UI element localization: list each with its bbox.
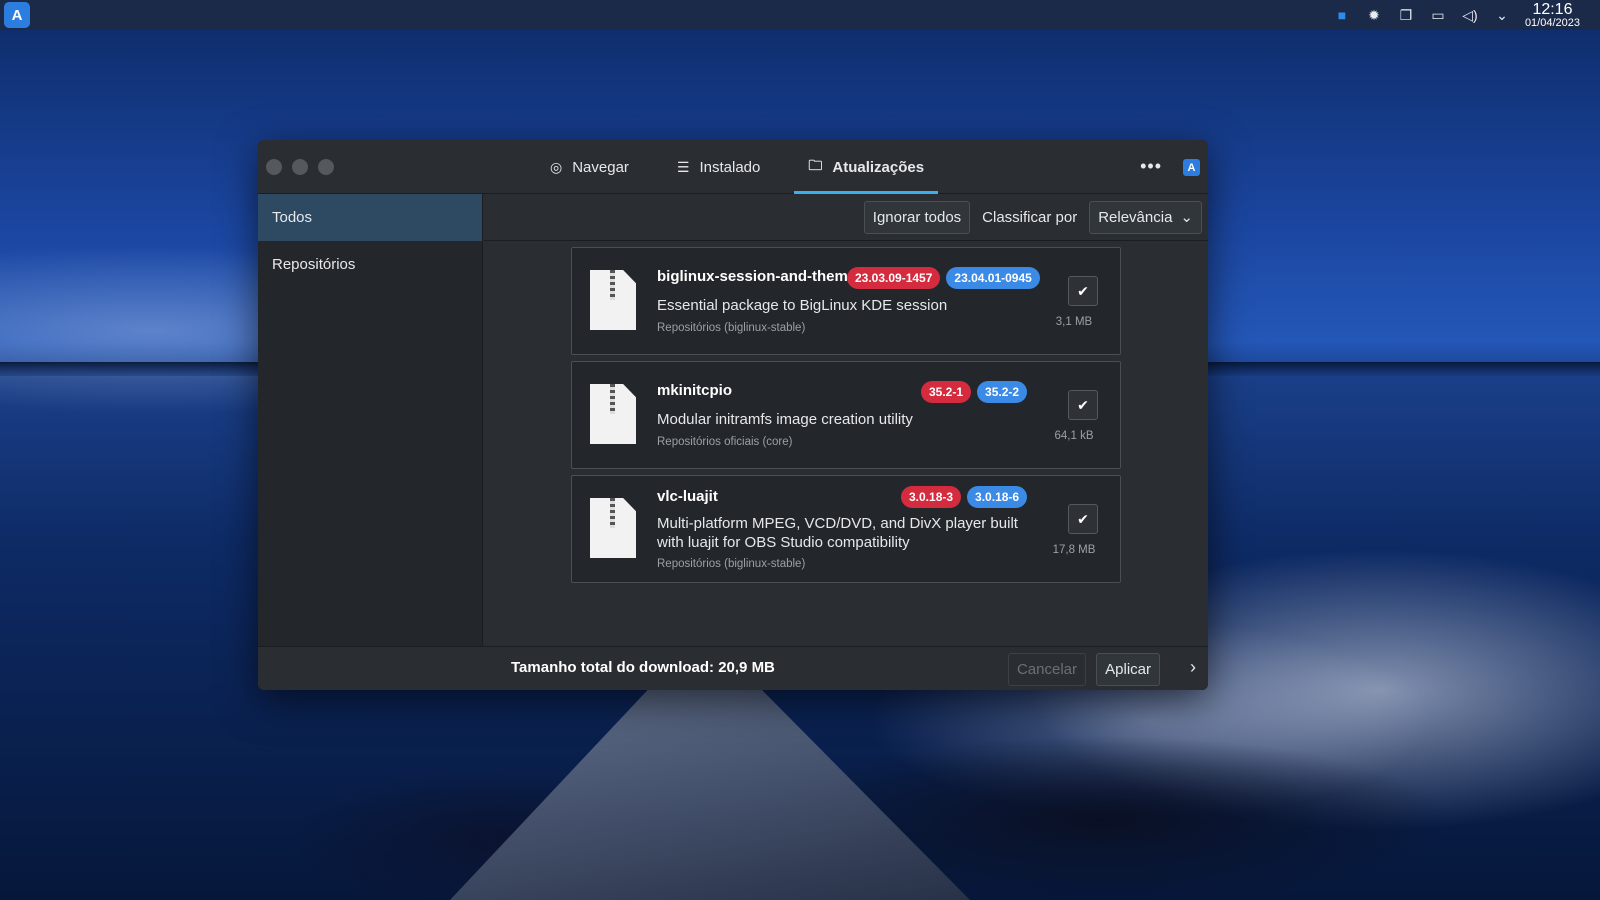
package-description: Essential package to BigLinux KDE sessio… [657, 297, 948, 314]
version-badges: 35.2-1 35.2-2 [921, 381, 1028, 403]
package-size: 64,1 kB [1054, 430, 1094, 442]
sidebar-item-todos[interactable]: Todos [258, 194, 482, 241]
clipboard-icon[interactable]: ❐ [1397, 6, 1415, 24]
old-version-badge: 3.0.18-3 [901, 486, 962, 508]
sidebar: Todos Repositórios [258, 194, 483, 646]
clock-time: 12:16 [1532, 0, 1573, 18]
ignore-all-button[interactable]: Ignorar todos [863, 200, 971, 234]
chevron-down-icon[interactable]: ⌄ [1493, 6, 1511, 24]
tab-label: Instalado [699, 158, 761, 176]
update-checkbox[interactable]: ✔ [1068, 276, 1098, 306]
update-checkbox[interactable]: ✔ [1068, 390, 1098, 420]
top-panel: A ■ ✹ ❐ ▭ ◁) ⌄ 12:16 01/04/2023 [0, 0, 1600, 30]
package-repo: Repositórios (biglinux-stable) [657, 322, 806, 334]
version-badges: 3.0.18-3 3.0.18-6 [901, 486, 1028, 508]
sort-select[interactable]: Relevância ⌄ [1089, 200, 1202, 234]
folder-update-icon: 🗀 [808, 157, 823, 173]
list-icon: ☰ [676, 158, 690, 175]
version-badges: 23.03.09-1457 23.04.01-0945 [847, 267, 1040, 289]
new-version-badge: 23.04.01-0945 [946, 267, 1040, 289]
settings-icon[interactable]: ✹ [1365, 6, 1383, 24]
footer-bar: Tamanho total do download: 20,9 MB Cance… [258, 646, 1208, 690]
list-item[interactable]: mkinitcpio 35.2-1 35.2-2 Modular initram… [571, 361, 1121, 469]
package-archive-icon [590, 498, 636, 558]
package-description: Modular initramfs image creation utility [657, 411, 913, 428]
app-badge-icon: A [1183, 159, 1200, 176]
minimize-button[interactable] [292, 159, 308, 175]
package-archive-icon [590, 270, 636, 330]
old-version-badge: 35.2-1 [921, 381, 972, 403]
tab-navegar[interactable]: ◎ Navegar [536, 140, 643, 194]
tab-bar: ◎ Navegar ☰ Instalado 🗀 Atualizações [536, 140, 958, 194]
display-icon[interactable]: ▭ [1429, 6, 1447, 24]
update-list: biglinux-session-and-themes 23.03.09-145… [571, 247, 1121, 589]
teams-icon[interactable]: ■ [1333, 6, 1351, 24]
old-version-badge: 23.03.09-1457 [847, 267, 941, 289]
chevron-right-icon[interactable]: › [1190, 657, 1196, 678]
package-archive-icon [590, 384, 636, 444]
titlebar: ◎ Navegar ☰ Instalado 🗀 Atualizações •••… [258, 140, 1208, 194]
tab-instalado[interactable]: ☰ Instalado [663, 140, 774, 194]
new-version-badge: 3.0.18-6 [967, 486, 1028, 508]
chevron-down-icon: ⌄ [1180, 209, 1193, 226]
app-store-icon[interactable]: A [4, 2, 30, 28]
globe-icon: ◎ [550, 158, 563, 175]
cancel-button[interactable]: Cancelar [1007, 653, 1086, 686]
package-size: 3,1 MB [1055, 316, 1093, 328]
new-version-badge: 35.2-2 [977, 381, 1028, 403]
sort-label: Classificar por [982, 208, 1078, 226]
clock[interactable]: 12:16 01/04/2023 [1524, 0, 1580, 29]
close-button[interactable] [266, 159, 282, 175]
sort-value: Relevância [1098, 208, 1173, 226]
more-menu-button[interactable]: ••• [1140, 156, 1162, 177]
system-tray: ■ ✹ ❐ ▭ ◁) ⌄ 12:16 01/04/2023 [1333, 0, 1600, 29]
package-description: Multi-platform MPEG, VCD/DVD, and DivX p… [657, 515, 1018, 551]
update-checkbox[interactable]: ✔ [1068, 504, 1098, 534]
list-item[interactable]: biglinux-session-and-themes 23.03.09-145… [571, 247, 1121, 355]
app-window: ◎ Navegar ☰ Instalado 🗀 Atualizações •••… [258, 140, 1208, 690]
tab-label: Atualizações [832, 158, 925, 176]
sidebar-item-repositorios[interactable]: Repositórios [258, 241, 482, 288]
package-size: 17,8 MB [1052, 544, 1096, 556]
apply-button[interactable]: Aplicar [1096, 653, 1160, 686]
total-download-size: Tamanho total do download: 20,9 MB [511, 659, 775, 676]
package-repo: Repositórios (biglinux-stable) [657, 558, 806, 570]
window-controls [266, 159, 334, 175]
maximize-button[interactable] [318, 159, 334, 175]
package-name: vlc-luajit [657, 488, 718, 505]
volume-icon[interactable]: ◁) [1461, 6, 1479, 24]
package-name: biglinux-session-and-themes [657, 268, 865, 285]
toolbar: Ignorar todos Classificar por Relevância… [484, 194, 1208, 241]
tab-atualizacoes[interactable]: 🗀 Atualizações [794, 140, 938, 194]
package-name: mkinitcpio [657, 382, 733, 399]
list-item[interactable]: vlc-luajit 3.0.18-3 3.0.18-6 Multi-platf… [571, 475, 1121, 583]
tab-label: Navegar [572, 158, 629, 176]
clock-date: 01/04/2023 [1524, 16, 1580, 29]
package-repo: Repositórios oficiais (core) [657, 436, 793, 448]
